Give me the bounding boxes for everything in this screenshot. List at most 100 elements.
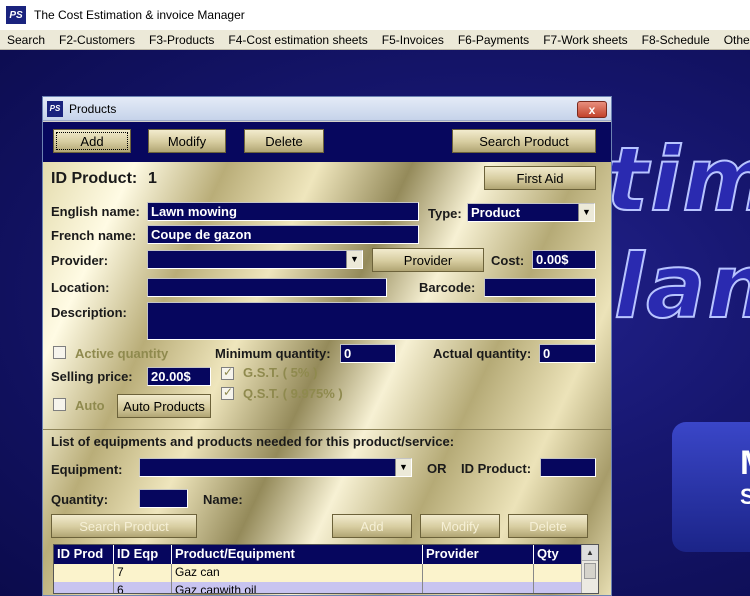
window-toolbar: Add Modify Delete Search Product [43, 122, 611, 162]
scrollbar-thumb[interactable] [584, 563, 596, 579]
menu-invoices[interactable]: F5-Invoices [375, 33, 451, 47]
background-panel: M S [672, 422, 750, 552]
cell-product-equipment: Gaz canwith oil [172, 582, 423, 593]
minimum-quantity-label: Minimum quantity: [215, 346, 331, 361]
provider-label: Provider: [51, 253, 109, 268]
provider-button[interactable]: Provider [372, 248, 484, 272]
cell-id-eqp: 6 [114, 582, 172, 593]
cell-qty [534, 582, 582, 593]
active-quantity-checkbox[interactable] [53, 346, 66, 359]
minimum-quantity-field[interactable]: 0 [340, 344, 396, 363]
col-provider[interactable]: Provider [423, 545, 534, 564]
barcode-field[interactable] [484, 278, 596, 297]
type-label: Type: [428, 206, 462, 221]
menu-cost-estimation-sheets[interactable]: F4-Cost estimation sheets [221, 33, 374, 47]
grid-scrollbar[interactable]: ▲ [581, 545, 598, 593]
table-row[interactable]: 6 Gaz canwith oil [54, 582, 582, 593]
cell-qty [534, 564, 582, 582]
english-name-label: English name: [51, 204, 140, 219]
equipment-search-product-button[interactable]: Search Product [51, 514, 197, 538]
location-label: Location: [51, 280, 110, 295]
english-name-field[interactable]: Lawn mowing [147, 202, 419, 221]
cost-label: Cost: [491, 253, 525, 268]
equipment-add-button[interactable]: Add [332, 514, 412, 538]
cost-field[interactable]: 0.00$ [532, 250, 596, 269]
equipment-section-label: List of equipments and products needed f… [51, 434, 455, 449]
app-title: The Cost Estimation & invoice Manager [34, 8, 245, 22]
chevron-up-icon[interactable]: ▲ [582, 545, 598, 561]
table-row[interactable]: 7 Gaz can [54, 564, 582, 582]
app-logo-icon: PS [6, 6, 26, 24]
quantity-field[interactable] [139, 489, 188, 508]
equipment-label: Equipment: [51, 462, 123, 477]
delete-button[interactable]: Delete [244, 129, 324, 153]
or-label: OR [427, 461, 447, 476]
equipment-delete-button[interactable]: Delete [508, 514, 588, 538]
qst-label: Q.S.T. ( 9.975% ) [243, 386, 343, 401]
background-panel-letter-s: S [740, 484, 750, 509]
background-logo-text-1: tima [605, 127, 750, 232]
french-name-field[interactable]: Coupe de gazon [147, 225, 419, 244]
window-title: Products [69, 101, 117, 116]
background-panel-letter-m: M [740, 444, 750, 483]
gst-label: G.S.T. ( 5% ) [243, 365, 318, 380]
actual-quantity-field[interactable]: 0 [539, 344, 596, 363]
menu-products[interactable]: F3-Products [142, 33, 221, 47]
name-label: Name: [203, 492, 243, 507]
window-logo-icon: PS [47, 100, 63, 117]
equipment-grid: ID Prod ID Eqp Product/Equipment Provide… [53, 544, 599, 594]
type-select[interactable]: Product ▼ [467, 203, 595, 222]
auto-checkbox[interactable] [53, 398, 66, 411]
chevron-down-icon[interactable]: ▼ [578, 204, 594, 221]
col-product-equipment[interactable]: Product/Equipment [172, 545, 423, 564]
menu-search[interactable]: Search [0, 33, 52, 47]
provider-select[interactable]: ▼ [147, 250, 363, 269]
close-icon[interactable]: x [577, 101, 607, 118]
menu-schedule[interactable]: F8-Schedule [635, 33, 717, 47]
chevron-down-icon[interactable]: ▼ [346, 251, 362, 268]
menu-other[interactable]: Other [717, 33, 750, 47]
cell-id-eqp: 7 [114, 564, 172, 582]
chevron-down-icon[interactable]: ▼ [395, 459, 411, 476]
first-aid-button[interactable]: First Aid [484, 166, 596, 190]
product-form: ID Product: 1 First Aid English name: La… [43, 162, 611, 595]
cell-id-prod [54, 564, 114, 582]
menu-customers[interactable]: F2-Customers [52, 33, 142, 47]
barcode-label: Barcode: [419, 280, 476, 295]
description-label: Description: [51, 305, 127, 320]
gst-checkbox[interactable] [221, 365, 234, 380]
menu-bar: Search F2-Customers F3-Products F4-Cost … [0, 30, 750, 50]
equipment-select[interactable]: ▼ [139, 458, 412, 477]
menu-payments[interactable]: F6-Payments [451, 33, 536, 47]
qst-checkbox[interactable] [221, 385, 234, 400]
equipment-modify-button[interactable]: Modify [420, 514, 500, 538]
description-field[interactable] [147, 302, 596, 340]
col-id-prod[interactable]: ID Prod [54, 545, 114, 564]
id-product-value: 1 [148, 170, 157, 187]
col-id-eqp[interactable]: ID Eqp [114, 545, 172, 564]
cell-provider [423, 564, 534, 582]
location-field[interactable] [147, 278, 387, 297]
products-window: PS Products x Add Modify Delete Search P… [42, 96, 612, 596]
modify-button[interactable]: Modify [148, 129, 226, 153]
selling-price-field[interactable]: 20.00$ [147, 367, 211, 386]
french-name-label: French name: [51, 228, 137, 243]
col-qty[interactable]: Qty [534, 545, 582, 564]
id-product-search-field[interactable] [540, 458, 596, 477]
search-product-button[interactable]: Search Product [452, 129, 596, 153]
active-quantity-label: Active quantity [75, 346, 169, 361]
auto-products-button[interactable]: Auto Products [117, 394, 211, 418]
id-product-search-label: ID Product: [461, 461, 532, 476]
auto-label: Auto [75, 398, 105, 413]
app-title-bar: PS The Cost Estimation & invoice Manager [0, 0, 750, 30]
type-select-value: Product [471, 205, 521, 220]
menu-work-sheets[interactable]: F7-Work sheets [536, 33, 634, 47]
section-divider [43, 429, 611, 430]
selling-price-label: Selling price: [51, 369, 133, 384]
actual-quantity-label: Actual quantity: [433, 346, 532, 361]
cell-provider [423, 582, 534, 593]
id-product-label: ID Product: [51, 170, 138, 187]
window-title-bar[interactable]: PS Products x [43, 97, 611, 121]
add-button[interactable]: Add [53, 129, 131, 153]
background-logo-text-2: lana [613, 234, 750, 339]
